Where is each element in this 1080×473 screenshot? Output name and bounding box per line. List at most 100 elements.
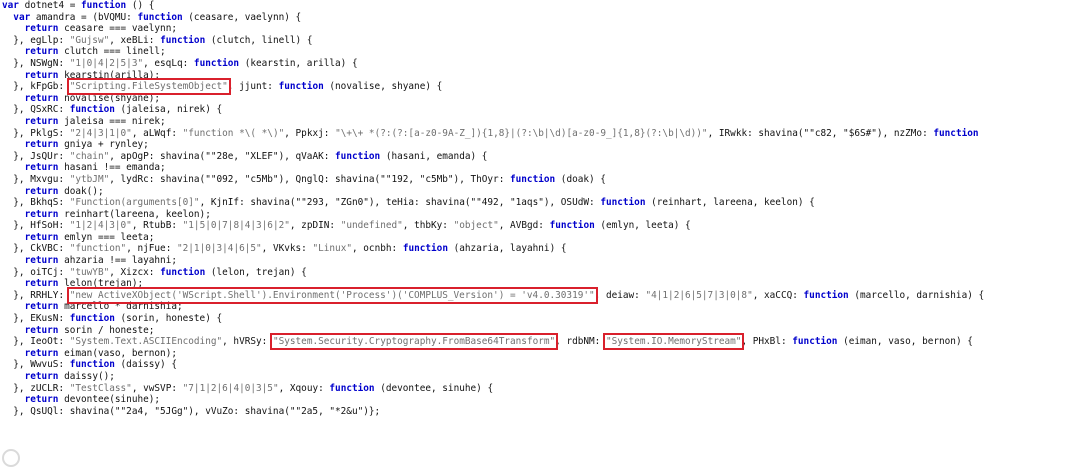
code-string: "Linux" [312, 243, 352, 255]
code-keyword: return [24, 231, 59, 243]
code-keyword: return [24, 92, 59, 104]
code-text: }, HfSoH: [2, 220, 70, 232]
code-text: (eiman, vaso, bernon) { [837, 336, 973, 348]
code-line: return jaleisa === nirek; [2, 116, 1080, 128]
code-keyword: function [510, 173, 556, 185]
code-keyword: var [13, 11, 31, 23]
code-text: (lelon, trejan) { [205, 266, 307, 278]
code-text: , Xizcx: [109, 266, 161, 278]
watermark-logo-icon [2, 449, 20, 467]
code-text: , Xqouy: [278, 382, 330, 394]
code-text: daissy(); [58, 371, 115, 382]
code-line: return reinhart(lareena, keelon); [2, 209, 1080, 221]
code-keyword: function [329, 382, 375, 394]
code-text: , thbKy: [402, 220, 454, 232]
code-text: (hasani, emanda) { [380, 150, 488, 162]
code-text: }, NSWgN: [2, 57, 70, 69]
code-line: return devontee(sinuhe); [2, 394, 1080, 406]
code-text: sorin / honeste; [58, 324, 155, 336]
code-text: , Ppkxj: [284, 127, 336, 139]
code-text: }, oiTCj: [2, 266, 70, 278]
code-text: }, EKusN: [2, 313, 70, 325]
code-text: reinhart(lareena, keelon); [58, 208, 211, 220]
highlighted-string: "new ActiveXObject('WScript.Shell').Envi… [66, 286, 598, 304]
code-text: }, IeoOt: [2, 336, 70, 348]
code-line: return ceasare === vaelynn; [2, 23, 1080, 35]
code-text: , ocnbh: [352, 243, 403, 255]
code-viewer: var dotnet4 = function () { var amandra … [2, 0, 1080, 473]
code-line: return gniya + rynley; [2, 139, 1080, 151]
code-line: var dotnet4 = function () { [2, 0, 1080, 12]
code-string: "function *\( *\)" [182, 127, 285, 139]
code-string: "7|1|2|6|4|0|3|5" [182, 382, 279, 394]
code-text: , xaCCQ: [752, 289, 804, 301]
code-line: }, WwvuS: function (daissy) { [2, 359, 1080, 371]
code-keyword: function [600, 197, 646, 209]
code-line: return sorin / honeste; [2, 325, 1080, 337]
code-text: }, RRHLY: [2, 289, 70, 301]
code-keyword: function [792, 336, 838, 348]
code-text: (reinhart, lareena, keelon) { [645, 197, 815, 209]
highlighted-string: "System.Security.Cryptography.FromBase64… [269, 333, 559, 351]
code-text: , lydRc: shavina(""092, "c5Mb"), QnglQ: … [109, 173, 510, 185]
code-line: return novalise(shyane); [2, 93, 1080, 105]
code-line: return ahzaria !== layahni; [2, 255, 1080, 267]
code-text: , apOgP: shavina(""28e, "XLEF"), qVaAK: [109, 150, 336, 162]
code-keyword: function [335, 150, 381, 162]
code-line: }, CkVBC: "function", njFue: "2|1|0|3|4|… [2, 243, 1080, 255]
code-text: }, QSxRC: [2, 104, 70, 116]
code-text: devontee(sinuhe); [58, 394, 161, 406]
code-text: (novalise, shyane) { [323, 81, 443, 93]
code-string: "2|1|0|3|4|6|5" [177, 243, 262, 255]
code-text: (clutch, linell) { [205, 34, 313, 46]
code-text: }, QsUQl: shavina(""2a4, "5JGg"), vVuZo:… [2, 405, 381, 417]
code-text: , AVBgd: [498, 220, 550, 232]
code-line: }, HfSoH: "1|2|4|3|0", RtubB: "1|5|0|7|8… [2, 220, 1080, 232]
code-text: }, WwvuS: [2, 359, 70, 371]
code-keyword: return [24, 324, 59, 336]
code-keyword: function [402, 243, 448, 255]
code-text: , xeBLi: [109, 34, 161, 46]
code-line: }, QsUQl: shavina(""2a4, "5JGg"), vVuZo:… [2, 406, 1080, 418]
code-string: "1|2|4|3|0" [69, 220, 132, 232]
code-text: emlyn === leeta; [58, 231, 155, 243]
code-keyword: return [24, 46, 59, 58]
code-text: hasani !== emanda; [58, 162, 166, 174]
code-text: , aLWqf: [131, 127, 183, 139]
code-line: }, QSxRC: function (jaleisa, nirek) { [2, 104, 1080, 116]
code-text: novalise(shyane); [58, 92, 161, 104]
code-text: , KjnIf: shavina(""293, "ZGn0"), teHia: … [199, 197, 601, 209]
code-text: }, egLlp: [2, 34, 70, 46]
code-text: , IRwkk: shavina(""c82, "$6S#"), nzZMo: [707, 127, 934, 139]
code-line: return doak(); [2, 186, 1080, 198]
code-text: (devontee, sinuhe) { [374, 382, 494, 394]
code-string: "Gujsw" [69, 34, 110, 46]
code-text: }, zUCLR: [2, 382, 70, 394]
code-string: "2|4|3|1|0" [69, 127, 132, 139]
code-line: return eiman(vaso, bernon); [2, 348, 1080, 360]
code-line: }, EKusN: function (sorin, honeste) { [2, 313, 1080, 325]
code-line: }, NSWgN: "1|0|4|2|5|3", esqLq: function… [2, 58, 1080, 70]
code-text: doak(); [58, 185, 104, 197]
code-text: }, BkhqS: [2, 197, 70, 209]
code-text: kearstin(arilla); [58, 69, 161, 81]
code-text: (marcello, darnishia) { [848, 289, 985, 301]
code-text: ceasare === vaelynn; [58, 23, 177, 35]
code-string: "1|0|4|2|5|3" [69, 57, 144, 69]
code-text: , esqLq: [143, 57, 194, 69]
code-text: , hVRSy: [222, 336, 273, 348]
code-string: "function" [69, 243, 127, 255]
code-keyword: function [933, 127, 979, 139]
code-line: return daissy(); [2, 371, 1080, 383]
code-text: () { [126, 0, 155, 11]
code-text: (jaleisa, nirek) { [114, 104, 223, 116]
